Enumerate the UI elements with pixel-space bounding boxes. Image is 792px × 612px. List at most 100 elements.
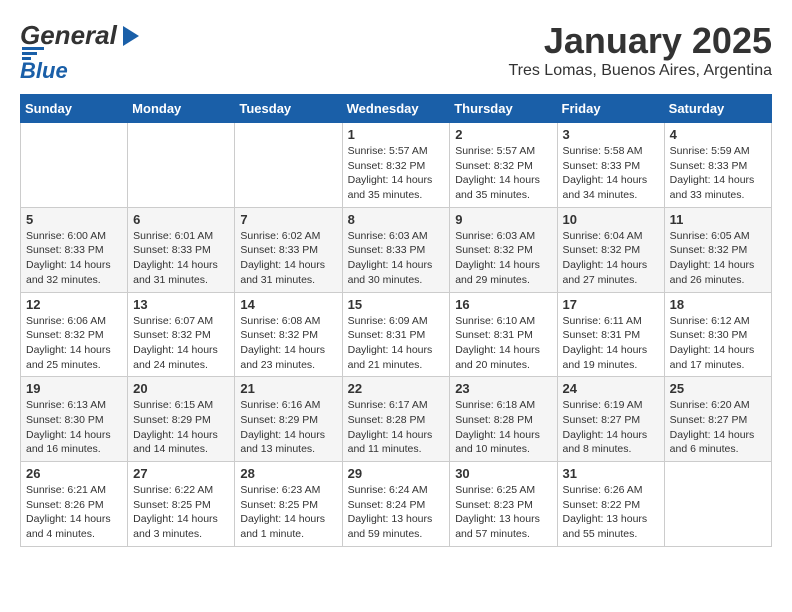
day-info: Sunrise: 6:08 AM Sunset: 8:32 PM Dayligh… (240, 314, 336, 373)
day-number: 22 (348, 381, 445, 396)
day-number: 21 (240, 381, 336, 396)
day-number: 8 (348, 212, 445, 227)
calendar-subtitle: Tres Lomas, Buenos Aires, Argentina (508, 62, 772, 80)
calendar-week-row: 26Sunrise: 6:21 AM Sunset: 8:26 PM Dayli… (21, 462, 772, 547)
calendar-cell: 5Sunrise: 6:00 AM Sunset: 8:33 PM Daylig… (21, 207, 128, 292)
calendar-cell (664, 462, 771, 547)
calendar-cell: 8 Sunrise: 6:03 AM Sunset: 8:33 PM Daylig… (342, 207, 450, 292)
day-number: 9 (455, 212, 551, 227)
day-number: 25 (670, 381, 766, 396)
logo-arrow-icon (117, 22, 145, 50)
calendar-cell: 25 Sunrise: 6:20 AM Sunset: 8:27 PM Dayli… (664, 377, 771, 462)
day-number: 17 (563, 297, 659, 312)
calendar-table: SundayMondayTuesdayWednesdayThursdayFrid… (20, 94, 772, 547)
calendar-cell: 4 Sunrise: 5:59 AM Sunset: 8:33 PM Daylig… (664, 123, 771, 208)
day-info: Sunrise: 6:04 AM Sunset: 8:32 PM Dayligh… (563, 229, 659, 288)
day-info: Sunrise: 6:11 AM Sunset: 8:31 PM Dayligh… (563, 314, 659, 373)
day-info: Sunrise: 6:09 AM Sunset: 8:31 PM Dayligh… (348, 314, 445, 373)
day-info: Sunrise: 5:57 AM Sunset: 8:32 PM Dayligh… (348, 144, 445, 203)
calendar-cell: 29 Sunrise: 6:24 AM Sunset: 8:24 PM Dayli… (342, 462, 450, 547)
weekday-header-saturday: Saturday (664, 95, 771, 123)
day-number: 3 (563, 127, 659, 142)
day-number: 20 (133, 381, 229, 396)
day-number: 27 (133, 466, 229, 481)
day-info: Sunrise: 6:25 AM Sunset: 8:23 PM Dayligh… (455, 483, 551, 542)
day-info: Sunrise: 6:03 AM Sunset: 8:32 PM Dayligh… (455, 229, 551, 288)
calendar-week-row: 19 Sunrise: 6:13 AM Sunset: 8:30 PM Dayli… (21, 377, 772, 462)
weekday-header-row: SundayMondayTuesdayWednesdayThursdayFrid… (21, 95, 772, 123)
day-number: 11 (670, 212, 766, 227)
day-info: Sunrise: 6:16 AM Sunset: 8:29 PM Dayligh… (240, 398, 336, 457)
calendar-cell (235, 123, 342, 208)
day-info: Sunrise: 6:00 AM Sunset: 8:33 PM Dayligh… (26, 229, 122, 288)
day-info: Sunrise: 6:24 AM Sunset: 8:24 PM Dayligh… (348, 483, 445, 542)
calendar-cell: 31 Sunrise: 6:26 AM Sunset: 8:22 PM Dayli… (557, 462, 664, 547)
calendar-cell: 18Sunrise: 6:12 AM Sunset: 8:30 PM Dayli… (664, 292, 771, 377)
calendar-cell: 13 Sunrise: 6:07 AM Sunset: 8:32 PM Dayli… (128, 292, 235, 377)
day-info: Sunrise: 5:57 AM Sunset: 8:32 PM Dayligh… (455, 144, 551, 203)
calendar-cell: 19 Sunrise: 6:13 AM Sunset: 8:30 PM Dayli… (21, 377, 128, 462)
day-number: 12 (26, 297, 122, 312)
day-info: Sunrise: 6:22 AM Sunset: 8:25 PM Dayligh… (133, 483, 229, 542)
day-info: Sunrise: 6:17 AM Sunset: 8:28 PM Dayligh… (348, 398, 445, 457)
title-block: January 2025 Tres Lomas, Buenos Aires, A… (508, 20, 772, 80)
day-number: 1 (348, 127, 445, 142)
calendar-cell: 26Sunrise: 6:21 AM Sunset: 8:26 PM Dayli… (21, 462, 128, 547)
calendar-cell: 10 Sunrise: 6:04 AM Sunset: 8:32 PM Dayli… (557, 207, 664, 292)
calendar-cell: 16 Sunrise: 6:10 AM Sunset: 8:31 PM Dayli… (450, 292, 557, 377)
calendar-cell: 11 Sunrise: 6:05 AM Sunset: 8:32 PM Dayli… (664, 207, 771, 292)
day-number: 29 (348, 466, 445, 481)
calendar-cell: 2 Sunrise: 5:57 AM Sunset: 8:32 PM Daylig… (450, 123, 557, 208)
calendar-cell (128, 123, 235, 208)
day-number: 30 (455, 466, 551, 481)
calendar-title: January 2025 (508, 20, 772, 62)
day-number: 7 (240, 212, 336, 227)
day-number: 23 (455, 381, 551, 396)
calendar-cell: 24Sunrise: 6:19 AM Sunset: 8:27 PM Dayli… (557, 377, 664, 462)
weekday-header-sunday: Sunday (21, 95, 128, 123)
calendar-cell: 3 Sunrise: 5:58 AM Sunset: 8:33 PM Daylig… (557, 123, 664, 208)
day-info: Sunrise: 6:19 AM Sunset: 8:27 PM Dayligh… (563, 398, 659, 457)
day-info: Sunrise: 5:59 AM Sunset: 8:33 PM Dayligh… (670, 144, 766, 203)
calendar-cell: 12 Sunrise: 6:06 AM Sunset: 8:32 PM Dayli… (21, 292, 128, 377)
day-number: 15 (348, 297, 445, 312)
day-number: 2 (455, 127, 551, 142)
calendar-cell: 17 Sunrise: 6:11 AM Sunset: 8:31 PM Dayli… (557, 292, 664, 377)
calendar-cell: 21 Sunrise: 6:16 AM Sunset: 8:29 PM Dayli… (235, 377, 342, 462)
page-header: General Blue January 2025 Tres Lomas, Bu… (20, 20, 772, 84)
day-info: Sunrise: 6:10 AM Sunset: 8:31 PM Dayligh… (455, 314, 551, 373)
day-info: Sunrise: 6:13 AM Sunset: 8:30 PM Dayligh… (26, 398, 122, 457)
calendar-cell: 15 Sunrise: 6:09 AM Sunset: 8:31 PM Dayli… (342, 292, 450, 377)
day-info: Sunrise: 6:05 AM Sunset: 8:32 PM Dayligh… (670, 229, 766, 288)
weekday-header-friday: Friday (557, 95, 664, 123)
weekday-header-tuesday: Tuesday (235, 95, 342, 123)
calendar-cell: 7 Sunrise: 6:02 AM Sunset: 8:33 PM Daylig… (235, 207, 342, 292)
day-info: Sunrise: 6:01 AM Sunset: 8:33 PM Dayligh… (133, 229, 229, 288)
logo: General Blue (20, 20, 145, 84)
day-number: 16 (455, 297, 551, 312)
day-number: 4 (670, 127, 766, 142)
calendar-cell: 28Sunrise: 6:23 AM Sunset: 8:25 PM Dayli… (235, 462, 342, 547)
day-number: 10 (563, 212, 659, 227)
calendar-cell (21, 123, 128, 208)
day-number: 26 (26, 466, 122, 481)
day-info: Sunrise: 6:20 AM Sunset: 8:27 PM Dayligh… (670, 398, 766, 457)
calendar-cell: 1 Sunrise: 5:57 AM Sunset: 8:32 PM Daylig… (342, 123, 450, 208)
calendar-cell: 27 Sunrise: 6:22 AM Sunset: 8:25 PM Dayli… (128, 462, 235, 547)
day-info: Sunrise: 6:12 AM Sunset: 8:30 PM Dayligh… (670, 314, 766, 373)
day-number: 13 (133, 297, 229, 312)
day-info: Sunrise: 6:02 AM Sunset: 8:33 PM Dayligh… (240, 229, 336, 288)
day-info: Sunrise: 6:06 AM Sunset: 8:32 PM Dayligh… (26, 314, 122, 373)
day-number: 31 (563, 466, 659, 481)
calendar-cell: 6Sunrise: 6:01 AM Sunset: 8:33 PM Daylig… (128, 207, 235, 292)
weekday-header-thursday: Thursday (450, 95, 557, 123)
day-info: Sunrise: 5:58 AM Sunset: 8:33 PM Dayligh… (563, 144, 659, 203)
day-info: Sunrise: 6:07 AM Sunset: 8:32 PM Dayligh… (133, 314, 229, 373)
day-info: Sunrise: 6:26 AM Sunset: 8:22 PM Dayligh… (563, 483, 659, 542)
day-info: Sunrise: 6:03 AM Sunset: 8:33 PM Dayligh… (348, 229, 445, 288)
day-number: 19 (26, 381, 122, 396)
logo-blue: Blue (20, 58, 68, 84)
day-number: 28 (240, 466, 336, 481)
day-info: Sunrise: 6:18 AM Sunset: 8:28 PM Dayligh… (455, 398, 551, 457)
day-info: Sunrise: 6:15 AM Sunset: 8:29 PM Dayligh… (133, 398, 229, 457)
